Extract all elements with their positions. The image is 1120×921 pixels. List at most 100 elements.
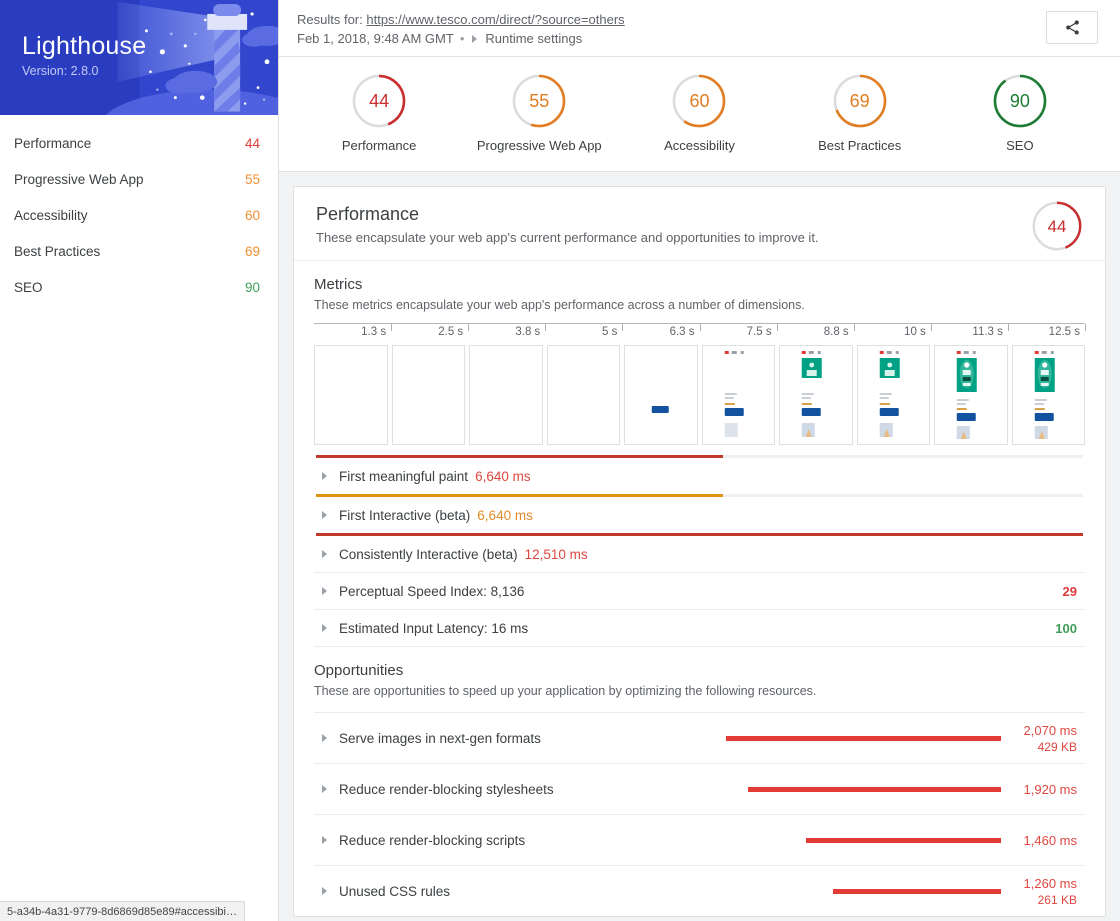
gauge-best-practices[interactable]: 69 Best Practices: [780, 73, 940, 153]
opportunity-values: 1,460 ms: [1001, 832, 1083, 849]
filmstrip-thumbnail: [786, 346, 845, 444]
gauge-performance[interactable]: 44 Performance: [299, 73, 459, 153]
category-gauges: 44 Performance 55 Progressive Web App 60…: [279, 57, 1120, 172]
gauge-ring: 69: [832, 73, 888, 129]
gauge-value: 55: [529, 91, 550, 111]
metric-name: Perceptual Speed Index: 8,136: [339, 583, 525, 599]
expand-triangle-icon[interactable]: [322, 624, 327, 632]
expand-triangle-icon[interactable]: [322, 587, 327, 595]
tick-label: 8.8 s: [823, 326, 849, 338]
metrics-description: These metrics encapsulate your web app's…: [314, 298, 805, 312]
main-panel: Results for: https://www.tesco.com/direc…: [279, 0, 1120, 921]
gauge-label: Accessibility: [664, 138, 735, 153]
metric-line[interactable]: Consistently Interactive (beta) 12,510 m…: [316, 536, 1083, 572]
metric-bar-track: [316, 494, 1083, 497]
sidebar-item-best-practices[interactable]: Best Practices 69: [0, 233, 278, 269]
sidebar-item-score: 55: [244, 171, 260, 187]
filmstrip-frame[interactable]: [391, 345, 465, 445]
gauge-seo[interactable]: 90 SEO: [940, 73, 1100, 153]
metric-value: 6,640 ms: [475, 468, 531, 484]
metric-line[interactable]: First Interactive (beta) 6,640 ms: [316, 497, 1083, 533]
expand-triangle-icon[interactable]: [322, 836, 327, 844]
opportunity-bar-area: [726, 786, 1001, 792]
filmstrip-frame[interactable]: [314, 345, 388, 445]
filmstrip-frame[interactable]: [546, 345, 620, 445]
expand-triangle-icon[interactable]: [322, 734, 327, 742]
filmstrip-frame[interactable]: [701, 345, 775, 445]
metric-score: 29: [1062, 583, 1077, 599]
gauge-value: 90: [1009, 91, 1030, 111]
filmstrip: [314, 345, 1085, 445]
gauge-progressive-web-app[interactable]: 55 Progressive Web App: [459, 73, 619, 153]
results-for-label: Results for:: [297, 12, 363, 27]
sidebar-item-score: 69: [244, 243, 260, 259]
metrics-section: Metrics These metrics encapsulate your w…: [294, 261, 1105, 647]
filmstrip-thumbnail: [709, 346, 768, 444]
metrics-rows: First meaningful paint 6,640 ms First In…: [314, 455, 1085, 647]
opportunity-name: Unused CSS rules: [339, 883, 451, 899]
opportunity-row-reduce-render-blocking-scripts[interactable]: Reduce render-blocking scripts 1,460 ms: [314, 815, 1085, 865]
page-title: Performance: [316, 204, 420, 224]
report-content: Performance These encapsulate your web a…: [279, 186, 1120, 917]
opportunity-row-reduce-render-blocking-stylesheets[interactable]: Reduce render-blocking stylesheets 1,920…: [314, 764, 1085, 814]
share-button[interactable]: [1046, 11, 1098, 44]
filmstrip-frame[interactable]: [779, 345, 853, 445]
filmstrip-thumbnail: [1019, 346, 1078, 444]
opportunity-bar: [726, 735, 1001, 741]
expand-triangle-icon[interactable]: [322, 472, 327, 480]
runtime-settings-label[interactable]: Runtime settings: [485, 29, 582, 48]
sidebar-item-progressive-web-app[interactable]: Progressive Web App 55: [0, 161, 278, 197]
opportunity-bar: [748, 786, 1001, 792]
sidebar-item-accessibility[interactable]: Accessibility 60: [0, 197, 278, 233]
expand-triangle-icon[interactable]: [322, 511, 327, 519]
filmstrip-thumbnail: [941, 346, 1000, 444]
sidebar-item-score: 90: [244, 279, 260, 295]
metric-bar: [316, 494, 723, 497]
expand-triangle-icon[interactable]: [322, 887, 327, 895]
opportunity-row-serve-images-next-gen[interactable]: Serve images in next-gen formats 2,070 m…: [314, 713, 1085, 763]
filmstrip-frame[interactable]: [934, 345, 1008, 445]
filmstrip-frame[interactable]: [1011, 345, 1085, 445]
opportunity-kb: 429 KB: [1037, 739, 1077, 754]
gauge-ring: 90: [992, 73, 1048, 129]
sidebar-item-score: 60: [244, 207, 260, 223]
metric-line[interactable]: Estimated Input Latency: 16 ms 100: [316, 610, 1083, 646]
metric-row-consistently-interactive: Consistently Interactive (beta) 12,510 m…: [314, 533, 1085, 572]
tested-url-link[interactable]: https://www.tesco.com/direct/?source=oth…: [366, 12, 624, 27]
performance-card-header: Performance These encapsulate your web a…: [294, 187, 1105, 261]
opportunities-section: Opportunities These are opportunities to…: [294, 647, 1105, 916]
expand-triangle-icon[interactable]: [322, 785, 327, 793]
opportunity-kb: 261 KB: [1037, 892, 1077, 907]
runtime-settings-expand-icon[interactable]: [472, 34, 478, 43]
performance-score-gauge: 44: [1031, 200, 1083, 252]
metric-name: Consistently Interactive (beta): [339, 546, 518, 562]
sidebar-item-seo[interactable]: SEO 90: [0, 269, 278, 305]
metric-name: First Interactive (beta): [339, 507, 471, 523]
performance-card: Performance These encapsulate your web a…: [293, 186, 1106, 917]
opportunity-graph: 1,260 ms 261 KB: [726, 875, 1083, 908]
expand-triangle-icon[interactable]: [322, 550, 327, 558]
opportunity-ms: 1,460 ms: [1023, 832, 1077, 848]
metric-line[interactable]: First meaningful paint 6,640 ms: [316, 458, 1083, 494]
filmstrip-frame[interactable]: [856, 345, 930, 445]
filmstrip-frame[interactable]: [624, 345, 698, 445]
tick-label: 7.5 s: [746, 326, 772, 338]
gauge-accessibility[interactable]: 60 Accessibility: [619, 73, 779, 153]
opportunity-values: 2,070 ms 429 KB: [1001, 722, 1083, 755]
opportunity-bar: [805, 837, 1001, 843]
sidebar-item-performance[interactable]: Performance 44: [0, 125, 278, 161]
filmstrip-frame[interactable]: [469, 345, 543, 445]
opportunity-row-unused-css-rules[interactable]: Unused CSS rules 1,260 ms 261 KB: [314, 866, 1085, 916]
gauge-label: Best Practices: [818, 138, 902, 153]
metric-bar: [316, 455, 723, 458]
performance-score-value: 44: [1047, 216, 1067, 236]
sidebar-item-score: 44: [244, 135, 260, 151]
tick-label: 12.5 s: [1048, 326, 1080, 338]
tick-label: 5 s: [602, 326, 618, 338]
tick-label: 2.5 s: [438, 326, 464, 338]
metric-line[interactable]: Perceptual Speed Index: 8,136 29: [316, 573, 1083, 609]
tick-label: 1.3 s: [361, 326, 387, 338]
opportunity-values: 1,260 ms 261 KB: [1001, 875, 1083, 908]
metric-row-estimated-input-latency: Estimated Input Latency: 16 ms 100: [314, 610, 1085, 646]
opportunity-graph: 2,070 ms 429 KB: [726, 722, 1083, 755]
